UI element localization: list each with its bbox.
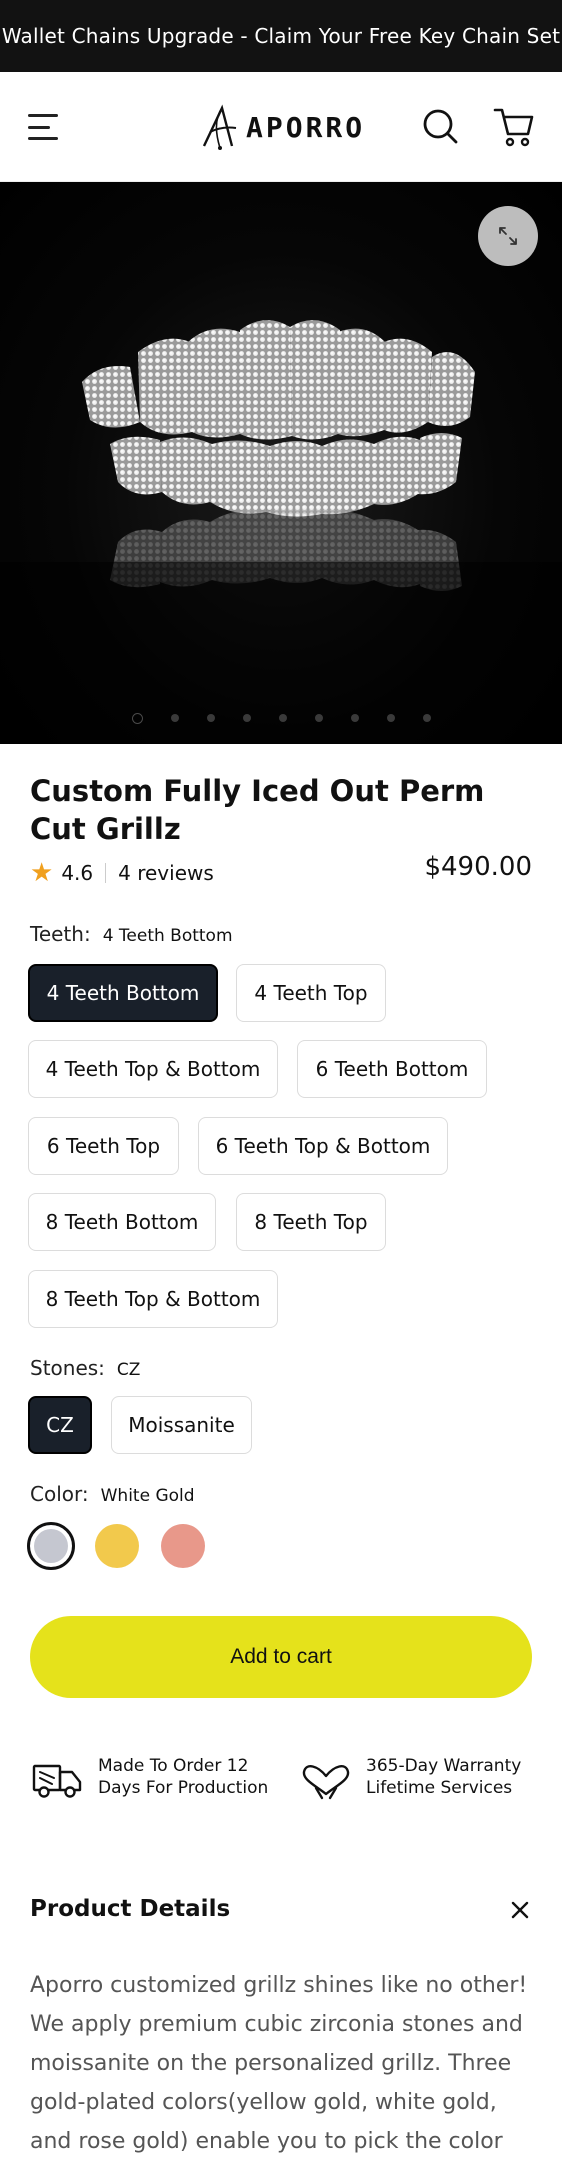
product-details-text: Aporro customized grillz shines like no … (30, 1973, 528, 2154)
teeth-option[interactable]: 6 Teeth Top (28, 1117, 179, 1175)
gallery-pagination (0, 713, 562, 724)
product-price: $490.00 (424, 852, 532, 882)
search-icon (423, 109, 458, 144)
swatch-yellow-gold[interactable] (95, 1524, 139, 1568)
upper-teeth (82, 320, 475, 440)
product-rating[interactable]: ★ 4.6 4 reviews (30, 858, 214, 888)
cart-icon (493, 108, 534, 147)
cart-button[interactable] (492, 104, 536, 148)
gallery-dot[interactable] (314, 714, 323, 722)
teeth-option[interactable]: 8 Teeth Top & Bottom (28, 1270, 278, 1328)
swatch-white-gold[interactable] (27, 1522, 75, 1570)
color-selected-value: White Gold (100, 1486, 195, 1506)
swatch-rose-gold[interactable] (161, 1524, 205, 1568)
feature-warranty: 365-Day Warranty Lifetime Services (298, 1752, 521, 1802)
gallery-dot[interactable] (350, 714, 359, 722)
review-count[interactable]: 4 reviews (118, 861, 214, 885)
menu-icon-line (28, 137, 58, 140)
menu-icon-line (28, 125, 50, 129)
announcement-bar[interactable]: Wallet Chains Upgrade - Claim Your Free … (0, 0, 562, 72)
logo-mark-icon (202, 104, 237, 150)
feature-production: Made To Order 12 Days For Production (30, 1752, 268, 1802)
truck-icon (32, 1764, 82, 1798)
stones-option-label: Stones: CZ (30, 1356, 140, 1380)
product-title: Custom Fully Iced Out Perm Cut Grillz (30, 774, 485, 846)
announcement-text: Wallet Chains Upgrade - Claim Your Free … (1, 24, 561, 48)
site-header: APORRO (0, 72, 562, 182)
star-icon: ★ (30, 858, 54, 888)
menu-icon-line (28, 114, 58, 117)
logo-text: APORRO (246, 110, 366, 144)
teeth-option[interactable]: 4 Teeth Top (236, 964, 386, 1022)
expand-icon (499, 227, 517, 245)
rating-value: 4.6 (61, 861, 94, 885)
teeth-option[interactable]: 6 Teeth Bottom (297, 1040, 487, 1098)
lower-teeth (110, 433, 462, 517)
teeth-option-label: Teeth: 4 Teeth Bottom (30, 922, 233, 946)
add-to-cart-button[interactable]: Add to cart (30, 1616, 532, 1698)
color-label: Color: (30, 1482, 89, 1506)
expand-image-button[interactable] (478, 206, 538, 266)
feature-production-line2: Days For Production (98, 1778, 269, 1798)
stones-selected-value: CZ (116, 1360, 141, 1380)
product-details-heading[interactable]: Product Details (30, 1896, 230, 1922)
gallery-dot[interactable] (242, 714, 251, 722)
gallery-dot[interactable] (170, 714, 179, 722)
product-image (0, 320, 562, 744)
feature-production-line1: Made To Order 12 (98, 1756, 249, 1776)
close-icon[interactable] (508, 1898, 532, 1922)
teeth-option[interactable]: 8 Teeth Bottom (28, 1193, 216, 1251)
product-image-gallery[interactable] (0, 182, 562, 744)
logo[interactable]: APORRO (200, 102, 365, 152)
gallery-dot[interactable] (131, 713, 143, 724)
stones-label: Stones: (30, 1356, 105, 1380)
gallery-dot[interactable] (278, 714, 287, 722)
gallery-dot[interactable] (206, 714, 215, 722)
feature-warranty-line2: Lifetime Services (366, 1778, 513, 1798)
heart-hands-icon (302, 1765, 350, 1800)
search-button[interactable] (420, 106, 460, 146)
menu-button[interactable] (28, 110, 68, 144)
rating-divider (105, 863, 107, 883)
gallery-dot[interactable] (422, 714, 431, 722)
feature-warranty-line1: 365-Day Warranty (366, 1756, 522, 1776)
teeth-option[interactable]: 6 Teeth Top & Bottom (198, 1117, 448, 1175)
stones-option[interactable]: Moissanite (111, 1396, 252, 1454)
color-option-label: Color: White Gold (30, 1482, 195, 1506)
stones-option[interactable]: CZ (28, 1396, 92, 1454)
gallery-dot[interactable] (386, 714, 395, 722)
teeth-label: Teeth: (30, 922, 91, 946)
teeth-option[interactable]: 4 Teeth Bottom (28, 964, 218, 1022)
teeth-option[interactable]: 8 Teeth Top (236, 1193, 386, 1251)
teeth-selected-value: 4 Teeth Bottom (102, 926, 233, 946)
teeth-option[interactable]: 4 Teeth Top & Bottom (28, 1040, 278, 1098)
